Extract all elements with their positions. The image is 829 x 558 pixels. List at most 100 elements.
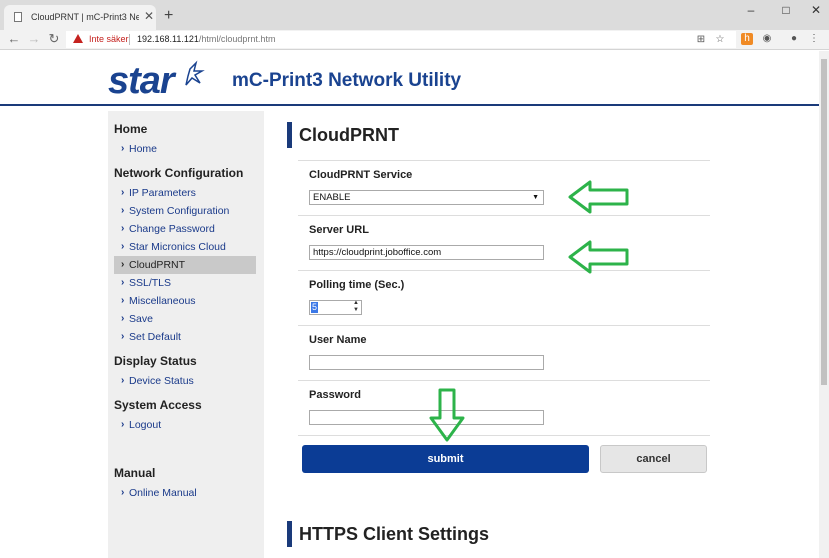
password-input[interactable]: [309, 410, 544, 425]
security-label[interactable]: Inte säker: [89, 34, 129, 44]
divider: [298, 325, 710, 326]
logo-star-icon: [185, 60, 205, 86]
scrollbar-thumb[interactable]: [821, 59, 827, 385]
sidebar-item-change-password[interactable]: › Change Password: [114, 220, 256, 238]
chevron-right-icon: ›: [121, 241, 125, 252]
web-page: star mC-Print3 Network Utility Home › Hom…: [0, 51, 819, 558]
chevron-right-icon: ›: [121, 259, 125, 270]
new-tab-button[interactable]: +: [164, 7, 173, 25]
not-secure-icon[interactable]: [73, 34, 83, 43]
cloudprnt-service-select[interactable]: ENABLE ▼: [309, 190, 544, 205]
translate-icon[interactable]: ⊞: [695, 34, 707, 46]
chevron-right-icon: ›: [121, 331, 125, 342]
sidebar-item-miscellaneous[interactable]: › Miscellaneous: [114, 292, 256, 310]
password-label: Password: [309, 389, 361, 401]
sidebar-item-label: Logout: [129, 419, 162, 431]
app-title: mC-Print3 Network Utility: [232, 70, 462, 91]
sidebar-item-cloudprnt[interactable]: › CloudPRNT: [114, 256, 256, 274]
divider: [298, 270, 710, 271]
sidebar-item-set-default[interactable]: › Set Default: [114, 328, 256, 346]
url-host: 192.168.11.121: [137, 34, 199, 44]
divider: [298, 160, 710, 161]
browser-titlebar: CloudPRNT | mC-Print3 Network Utility ✕ …: [0, 0, 829, 30]
sidebar-item-ssl-tls[interactable]: › SSL/TLS: [114, 274, 256, 292]
star-icon[interactable]: ☆: [714, 34, 726, 46]
main-content: CloudPRNT CloudPRNT Service ENABLE ▼ Ser…: [287, 111, 712, 558]
tab-title: CloudPRNT | mC-Print3 Network Utility: [31, 12, 139, 22]
sidebar-item-label: Online Manual: [129, 487, 197, 499]
profile-icon[interactable]: ●: [788, 33, 800, 45]
sidebar-heading-network: Network Configuration: [114, 166, 244, 180]
annotation-arrow-left-icon: [568, 180, 629, 214]
annotation-arrow-down-icon: [429, 388, 465, 442]
divider: [298, 435, 710, 436]
maximize-button[interactable]: □: [776, 3, 796, 17]
sidebar-item-system-configuration[interactable]: › System Configuration: [114, 202, 256, 220]
chevron-right-icon: ›: [121, 277, 125, 288]
service-label: CloudPRNT Service: [309, 169, 413, 181]
stepper-value: 5: [311, 302, 319, 313]
browser-tab[interactable]: CloudPRNT | mC-Print3 Network Utility ✕: [4, 5, 156, 30]
url-text[interactable]: 192.168.11.121/html/cloudprnt.htm: [137, 34, 275, 44]
sidebar-item-ip-parameters[interactable]: › IP Parameters: [114, 184, 256, 202]
annotation-arrow-left-icon: [568, 240, 629, 274]
sidebar-item-label: SSL/TLS: [129, 277, 172, 289]
select-value: ENABLE: [313, 192, 351, 203]
sidebar-item-label: System Configuration: [129, 205, 230, 217]
url-path: /html/cloudprnt.htm: [198, 34, 276, 44]
document-icon: [14, 12, 22, 22]
sidebar-item-label: Star Micronics Cloud: [129, 241, 226, 253]
sidebar: Home › Home Network Configuration › IP Par…: [108, 111, 264, 558]
chevron-right-icon: ›: [121, 187, 125, 198]
chevron-right-icon: ›: [121, 205, 125, 216]
chevron-right-icon: ›: [121, 143, 125, 154]
menu-icon[interactable]: ⋮: [808, 33, 820, 45]
star-logo: star: [108, 60, 205, 101]
address-separator: [129, 34, 130, 45]
server-url-label: Server URL: [309, 224, 369, 236]
sidebar-item-label: Miscellaneous: [129, 295, 196, 307]
sidebar-item-label: Set Default: [129, 331, 181, 343]
address-bar[interactable]: Inte säker 192.168.11.121/html/cloudprnt…: [66, 31, 736, 48]
browser-toolbar: ← → ↻ Inte säker 192.168.11.121/html/clo…: [0, 30, 829, 50]
extension-icon[interactable]: ◉: [761, 33, 773, 45]
page-scrollbar[interactable]: [819, 51, 829, 558]
sidebar-item-logout[interactable]: › Logout: [114, 416, 256, 434]
tab-close-icon[interactable]: ✕: [144, 9, 154, 23]
chevron-right-icon: ›: [121, 419, 125, 430]
sidebar-heading-home: Home: [114, 122, 148, 136]
sidebar-item-label: Device Status: [129, 375, 194, 387]
sidebar-item-save[interactable]: › Save: [114, 310, 256, 328]
polling-time-label: Polling time (Sec.): [309, 279, 405, 291]
sidebar-item-home[interactable]: › Home: [114, 140, 256, 158]
back-button[interactable]: ←: [7, 31, 21, 46]
sidebar-heading-system-access: System Access: [114, 398, 202, 412]
sidebar-item-label: CloudPRNT: [129, 259, 186, 271]
page-title: CloudPRNT: [287, 122, 712, 148]
sidebar-item-label: Change Password: [129, 223, 215, 235]
sidebar-item-label: IP Parameters: [129, 187, 196, 199]
cancel-button[interactable]: cancel: [600, 445, 707, 473]
page-header: star mC-Print3 Network Utility: [0, 51, 819, 106]
sidebar-heading-manual: Manual: [114, 466, 156, 480]
stepper-arrows-icon[interactable]: ▲ ▼: [353, 300, 359, 314]
username-input[interactable]: [309, 355, 544, 370]
section-title-https-client: HTTPS Client Settings: [287, 521, 712, 547]
sidebar-heading-display-status: Display Status: [114, 354, 197, 368]
sidebar-item-star-micronics-cloud[interactable]: › Star Micronics Cloud: [114, 238, 256, 256]
sidebar-item-label: Home: [129, 143, 158, 155]
polling-time-stepper[interactable]: 5 ▲ ▼: [309, 300, 362, 315]
reload-button[interactable]: ↻: [47, 31, 61, 47]
server-url-input[interactable]: https://cloudprint.joboffice.com: [309, 245, 544, 260]
minimize-button[interactable]: –: [741, 3, 761, 17]
submit-button[interactable]: submit: [302, 445, 589, 473]
chevron-right-icon: ›: [121, 375, 125, 386]
chevron-right-icon: ›: [121, 223, 125, 234]
close-window-button[interactable]: ✕: [806, 3, 826, 17]
sidebar-item-device-status[interactable]: › Device Status: [114, 372, 256, 390]
logo-text: star: [108, 60, 177, 101]
sidebar-item-online-manual[interactable]: › Online Manual: [114, 484, 256, 502]
extension-icon[interactable]: h: [741, 33, 753, 45]
forward-button[interactable]: →: [27, 31, 41, 46]
chevron-right-icon: ›: [121, 295, 125, 306]
